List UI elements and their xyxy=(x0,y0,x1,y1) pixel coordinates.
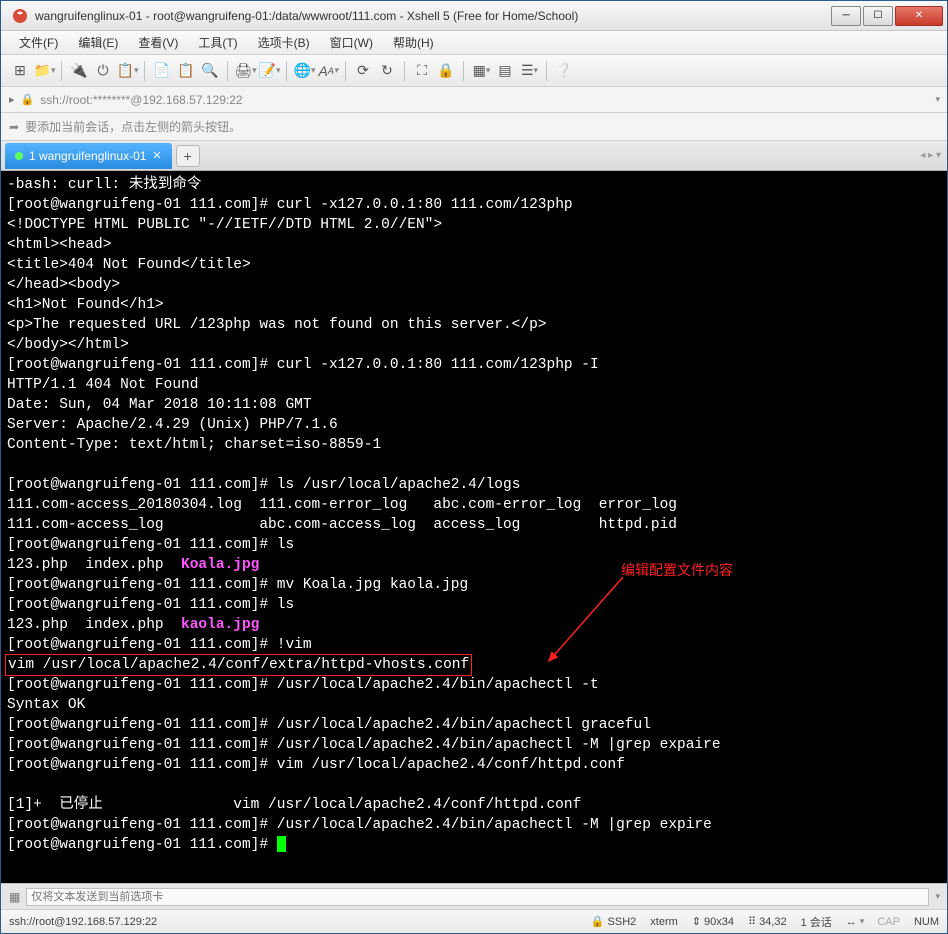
tab-nav-arrows[interactable]: ◂ ▸ ▾ xyxy=(920,150,941,161)
hint-bar: ➦ 要添加当前会话，点击左侧的箭头按钮。 xyxy=(1,113,947,141)
hint-text: 要添加当前会话，点击左侧的箭头按钮。 xyxy=(25,118,241,135)
connect-arrow-icon[interactable]: ▸ xyxy=(9,93,15,106)
annotation-arrow xyxy=(543,571,633,671)
menu-edit[interactable]: 编辑(E) xyxy=(70,31,126,54)
compose-dropdown-icon[interactable]: ▾ xyxy=(935,891,939,902)
session-tab[interactable]: 1 wangruifenglinux-01 ✕ xyxy=(5,143,172,169)
menu-view[interactable]: 查看(V) xyxy=(130,31,186,54)
tab-label: 1 wangruifenglinux-01 xyxy=(29,149,146,163)
hint-arrow-icon[interactable]: ➦ xyxy=(9,120,19,134)
menu-window[interactable]: 窗口(W) xyxy=(322,31,381,54)
status-size: ⇕ 90x34 xyxy=(692,915,734,928)
tab-bar: 1 wangruifenglinux-01 ✕ + ◂ ▸ ▾ xyxy=(1,141,947,171)
annotation-label: 编辑配置文件内容 xyxy=(621,560,733,580)
status-dot-icon xyxy=(15,152,23,160)
menu-tools[interactable]: 工具(T) xyxy=(190,31,245,54)
globe-icon[interactable]: 🌐▾ xyxy=(293,60,315,82)
address-bar: ▸ 🔒 ssh://root:********@192.168.57.129:2… xyxy=(1,87,947,113)
close-button[interactable]: ✕ xyxy=(895,6,943,26)
xagent-icon[interactable]: ⟳ xyxy=(352,60,374,82)
address-dropdown-icon[interactable]: ▾ xyxy=(935,94,939,105)
search-icon[interactable]: 🔍 xyxy=(199,60,221,82)
new-tab-button[interactable]: + xyxy=(176,145,200,167)
arrange-icon[interactable]: ☰▾ xyxy=(518,60,540,82)
app-icon xyxy=(11,7,29,25)
disconnect-icon[interactable]: ⏻ xyxy=(92,60,114,82)
status-sessions: 1 会话 xyxy=(801,914,832,930)
address-text[interactable]: ssh://root:********@192.168.57.129:22 xyxy=(40,93,929,107)
highlighted-command: vim /usr/local/apache2.4/conf/extra/http… xyxy=(5,654,472,676)
terminal[interactable]: -bash: curll: 未找到命令 [root@wangruifeng-01… xyxy=(1,171,947,883)
status-link-icon[interactable]: ↔ ▾ xyxy=(846,916,864,928)
minimize-button[interactable]: ─ xyxy=(831,6,861,26)
toolbar: ⊞ 📁▾ 🔌 ⏻ 📋▾ 📄 📋 🔍 🖨▾ 📝▾ 🌐▾ AA▾ ⟳ ↻ ⛶ 🔒 ▦… xyxy=(1,55,947,87)
cascade-icon[interactable]: ▤ xyxy=(494,60,516,82)
status-bar: ssh://root@192.168.57.129:22 🔒 SSH2 xter… xyxy=(1,909,947,933)
tab-close-icon[interactable]: ✕ xyxy=(152,149,161,162)
xftp-icon[interactable]: ↻ xyxy=(376,60,398,82)
tile-icon[interactable]: ▦▾ xyxy=(470,60,492,82)
status-connection: ssh://root@192.168.57.129:22 xyxy=(9,916,157,928)
status-pos: ⠿ 34,32 xyxy=(748,915,787,928)
window-title: wangruifenglinux-01 - root@wangruifeng-0… xyxy=(35,9,829,23)
terminal-cursor xyxy=(277,836,286,852)
properties-icon[interactable]: 📋▾ xyxy=(116,60,138,82)
new-session-icon[interactable]: ⊞ xyxy=(9,60,31,82)
font-icon[interactable]: AA▾ xyxy=(317,60,339,82)
lock-small-icon: 🔒 xyxy=(21,93,35,106)
copy-icon[interactable]: 📄 xyxy=(151,60,173,82)
open-folder-icon[interactable]: 📁▾ xyxy=(33,60,55,82)
compose-icon[interactable]: ▦ xyxy=(9,890,20,904)
titlebar[interactable]: wangruifenglinux-01 - root@wangruifeng-0… xyxy=(1,1,947,31)
compose-input[interactable] xyxy=(26,888,929,906)
print-icon[interactable]: 🖨▾ xyxy=(234,60,256,82)
menu-help[interactable]: 帮助(H) xyxy=(385,31,442,54)
main-window: wangruifenglinux-01 - root@wangruifeng-0… xyxy=(0,0,948,934)
lock-icon[interactable]: 🔒 xyxy=(435,60,457,82)
maximize-button[interactable]: ☐ xyxy=(863,6,893,26)
paste-icon[interactable]: 📋 xyxy=(175,60,197,82)
reconnect-icon[interactable]: 🔌 xyxy=(68,60,90,82)
compose-bar: ▦ ▾ xyxy=(1,883,947,909)
menu-file[interactable]: 文件(F) xyxy=(11,31,66,54)
fullscreen-icon[interactable]: ⛶ xyxy=(411,60,433,82)
menubar: 文件(F) 编辑(E) 查看(V) 工具(T) 选项卡(B) 窗口(W) 帮助(… xyxy=(1,31,947,55)
menu-tabs[interactable]: 选项卡(B) xyxy=(250,31,318,54)
status-proto: 🔒 SSH2 xyxy=(591,915,636,928)
status-num: NUM xyxy=(914,916,939,928)
help-icon[interactable]: ❔ xyxy=(553,60,575,82)
status-termtype: xterm xyxy=(650,916,678,928)
log-icon[interactable]: 📝▾ xyxy=(258,60,280,82)
window-buttons: ─ ☐ ✕ xyxy=(829,6,943,26)
status-cap: CAP xyxy=(877,916,900,928)
